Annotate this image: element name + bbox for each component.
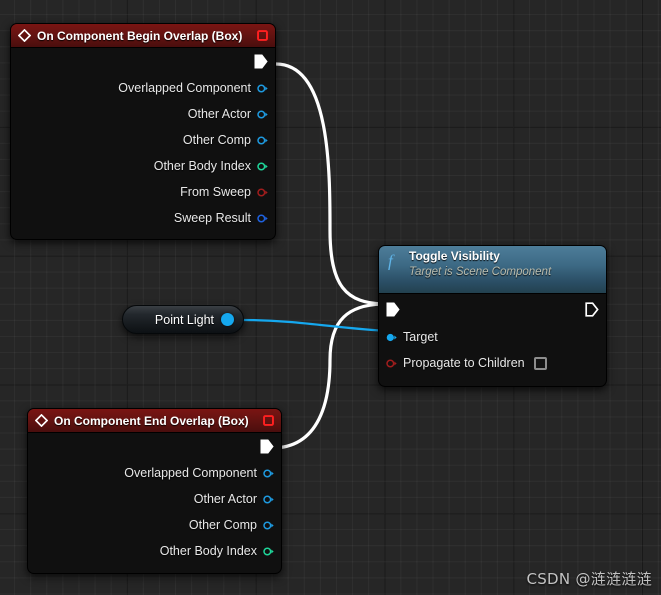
pin-row-other-actor[interactable]: Other Actor — [11, 101, 275, 127]
node-toggle-visibility[interactable]: f Toggle Visibility Target is Scene Comp… — [378, 245, 607, 387]
pin-label-other-actor-end: Other Actor — [193, 492, 257, 506]
pin-icon-overlapped-component-end[interactable] — [263, 468, 274, 479]
pin-row-overlapped-component[interactable]: Overlapped Component — [11, 75, 275, 101]
pin-label-overlapped-component-end: Overlapped Component — [124, 466, 257, 480]
node-body-end-overlap: Overlapped Component Other Actor Other C… — [28, 433, 281, 573]
pin-label-other-comp-end: Other Comp — [188, 518, 257, 532]
node-on-component-begin-overlap[interactable]: On Component Begin Overlap (Box) Overlap… — [10, 23, 276, 240]
pin-icon-sweep-result[interactable] — [257, 213, 268, 224]
event-diamond-icon — [35, 414, 48, 427]
pin-row-other-comp-end[interactable]: Other Comp — [28, 512, 281, 538]
node-title-begin-overlap: On Component Begin Overlap (Box) — [37, 28, 243, 43]
pin-label-other-comp: Other Comp — [182, 133, 251, 147]
pin-row-overlapped-component-end[interactable]: Overlapped Component — [28, 460, 281, 486]
node-title-end-overlap: On Component End Overlap (Box) — [54, 413, 249, 428]
pin-row-exec-toggle[interactable] — [379, 294, 606, 324]
pin-row-other-actor-end[interactable]: Other Actor — [28, 486, 281, 512]
pin-label-target: Target — [403, 330, 438, 344]
pin-label-other-body-index-end: Other Body Index — [159, 544, 257, 558]
propagate-to-children-checkbox[interactable] — [533, 356, 547, 370]
node-header-toggle-visibility[interactable]: f Toggle Visibility Target is Scene Comp… — [379, 246, 606, 294]
pin-row-exec-out-end[interactable] — [28, 433, 281, 460]
node-bottom-padding-begin — [11, 231, 275, 239]
node-header-text-toggle: Toggle Visibility Target is Scene Compon… — [409, 249, 551, 280]
node-on-component-end-overlap[interactable]: On Component End Overlap (Box) Overlappe… — [27, 408, 282, 574]
pin-icon-other-actor[interactable] — [257, 109, 268, 120]
pin-label-overlapped-component: Overlapped Component — [118, 81, 251, 95]
exec-in-pin-icon[interactable] — [386, 302, 400, 317]
pin-icon-target[interactable] — [386, 332, 397, 343]
pin-icon-other-comp[interactable] — [257, 135, 268, 146]
node-bottom-padding-end — [28, 564, 281, 573]
exec-out-pin-icon[interactable] — [254, 54, 268, 69]
watermark-text: CSDN @涟涟涟涟 — [526, 570, 652, 588]
node-header-begin-overlap[interactable]: On Component Begin Overlap (Box) — [11, 24, 275, 48]
pin-row-target[interactable]: Target — [379, 324, 606, 350]
event-diamond-icon — [18, 29, 31, 42]
node-body-begin-overlap: Overlapped Component Other Actor Other C… — [11, 48, 275, 239]
pin-icon-overlapped-component[interactable] — [257, 83, 268, 94]
svg-text:f: f — [388, 252, 395, 271]
pin-icon-other-body-index[interactable] — [257, 161, 268, 172]
pin-label-from-sweep: From Sweep — [180, 185, 251, 199]
pin-row-from-sweep[interactable]: From Sweep — [11, 179, 275, 205]
pin-row-sweep-result[interactable]: Sweep Result — [11, 205, 275, 231]
pin-icon-propagate-to-children[interactable] — [386, 358, 397, 369]
pin-row-exec-out-begin[interactable] — [11, 48, 275, 75]
pin-icon-point-light-out[interactable] — [221, 313, 234, 326]
pin-row-other-body-index[interactable]: Other Body Index — [11, 153, 275, 179]
pin-label-propagate-to-children: Propagate to Children — [403, 356, 525, 370]
node-header-end-overlap[interactable]: On Component End Overlap (Box) — [28, 409, 281, 433]
delegate-pin-icon[interactable] — [262, 414, 275, 427]
function-f-icon: f — [388, 252, 395, 271]
pin-icon-other-actor-end[interactable] — [263, 494, 274, 505]
pin-row-other-body-index-end[interactable]: Other Body Index — [28, 538, 281, 564]
wire-begin-overlap-exec — [274, 62, 388, 306]
pin-label-sweep-result: Sweep Result — [173, 211, 251, 225]
node-bottom-padding-toggle — [379, 376, 606, 386]
pin-row-propagate-to-children[interactable]: Propagate to Children — [379, 350, 606, 376]
node-subtitle-toggle-visibility: Target is Scene Component — [409, 266, 552, 278]
delegate-pin-icon[interactable] — [256, 29, 269, 42]
pin-label-other-actor: Other Actor — [187, 107, 251, 121]
pin-label-other-body-index: Other Body Index — [153, 159, 251, 173]
wire-point-light-target — [240, 318, 392, 333]
point-light-label: Point Light — [154, 312, 214, 327]
pin-icon-other-body-index-end[interactable] — [263, 546, 274, 557]
exec-out-pin-icon[interactable] — [260, 439, 274, 454]
blueprint-graph-canvas[interactable]: On Component Begin Overlap (Box) Overlap… — [0, 0, 661, 595]
node-body-toggle-visibility: Target Propagate to Children — [379, 294, 606, 386]
pin-row-other-comp[interactable]: Other Comp — [11, 127, 275, 153]
pin-icon-from-sweep[interactable] — [257, 187, 268, 198]
node-title-toggle-visibility: Toggle Visibility — [409, 249, 500, 263]
exec-out-pin-icon-toggle[interactable] — [585, 301, 599, 317]
pin-icon-other-comp-end[interactable] — [263, 520, 274, 531]
wire-end-overlap-exec — [270, 302, 388, 450]
node-point-light-variable[interactable]: Point Light — [122, 305, 244, 334]
